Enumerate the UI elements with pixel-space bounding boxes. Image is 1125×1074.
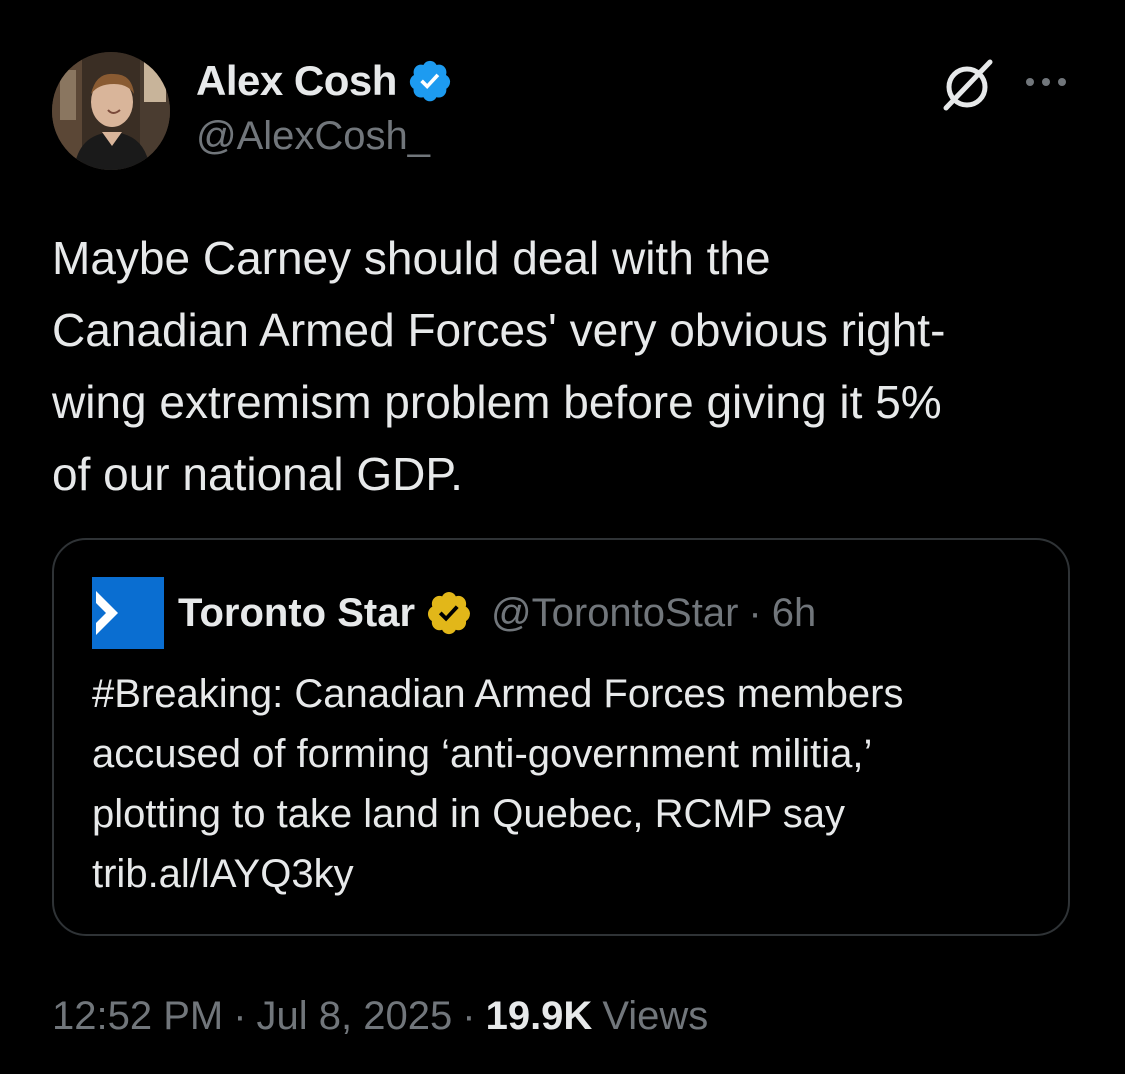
- quoted-tweet-header: Toronto Star @TorontoStar · 6h: [92, 576, 816, 650]
- tweet-time[interactable]: 12:52 PM: [52, 994, 223, 1039]
- separator-dot: ·: [462, 994, 476, 1038]
- tweet-text-line: Canadian Armed Forces' very obvious righ…: [52, 304, 946, 356]
- separator-dot: ·: [748, 590, 762, 635]
- author-display-name[interactable]: Alex Cosh: [196, 57, 397, 105]
- views-count[interactable]: 19.9K: [486, 994, 593, 1039]
- verified-org-badge-icon: [428, 592, 471, 635]
- verified-badge-icon: [409, 60, 451, 102]
- tweet-text: Maybe Carney should deal with the Canadi…: [52, 222, 1082, 510]
- quoted-author-handle[interactable]: @TorontoStar: [491, 591, 738, 636]
- author-name-row: Alex Cosh: [196, 56, 453, 106]
- quoted-tweet-time[interactable]: 6h: [772, 591, 817, 636]
- quoted-tweet-text: #Breaking: Canadian Armed Forces members…: [92, 664, 1052, 904]
- tweet-text-line: Maybe Carney should deal with the: [52, 232, 771, 284]
- avatar[interactable]: [52, 52, 170, 170]
- quoted-text-line: #Breaking: Canadian Armed Forces members: [92, 672, 904, 716]
- quoted-tweet-card[interactable]: Toronto Star @TorontoStar · 6h #Breaking…: [52, 538, 1070, 936]
- grok-icon[interactable]: [938, 56, 996, 114]
- avatar-image: [52, 52, 170, 170]
- author-handle[interactable]: @AlexCosh_: [196, 114, 430, 159]
- separator-dot: ·: [233, 994, 247, 1038]
- toronto-star-logo[interactable]: [92, 577, 164, 649]
- tweet-date[interactable]: Jul 8, 2025: [257, 994, 453, 1039]
- views-label: Views: [602, 994, 709, 1038]
- tweet-text-line: of our national GDP.: [52, 448, 463, 500]
- quoted-text-line: plotting to take land in Quebec, RCMP sa…: [92, 792, 846, 836]
- quoted-text-line: accused of forming ‘anti-government mili…: [92, 732, 873, 776]
- tweet-text-line: wing extremism problem before giving it …: [52, 376, 942, 428]
- quoted-author-name[interactable]: Toronto Star: [178, 591, 415, 636]
- more-options-icon[interactable]: [1022, 64, 1070, 100]
- quoted-tweet-link[interactable]: trib.al/lAYQ3ky: [92, 844, 1052, 904]
- tweet-meta: 12:52 PM · Jul 8, 2025 · 19.9K Views: [52, 994, 708, 1039]
